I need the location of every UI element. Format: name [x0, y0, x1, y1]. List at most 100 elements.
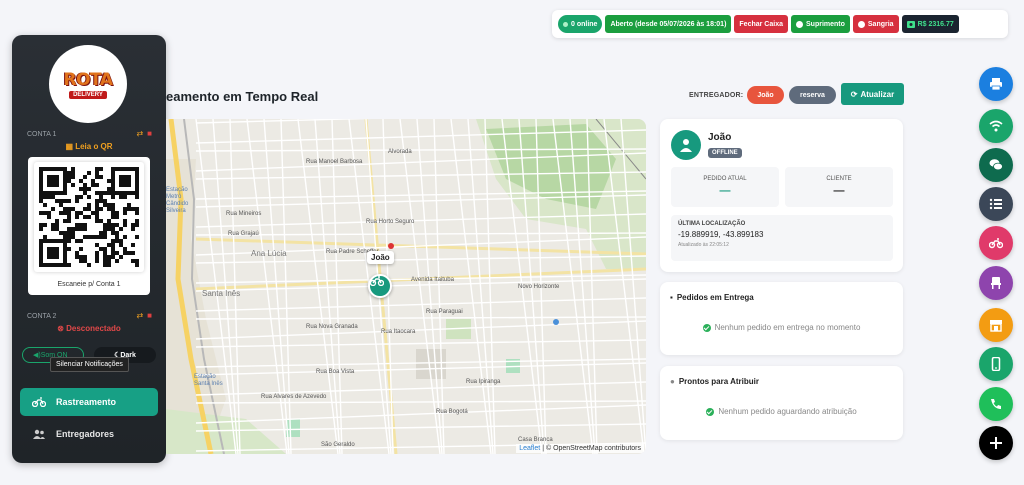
driver-marker[interactable]: [368, 274, 392, 298]
current-order-box: PEDIDO ATUAL —: [671, 167, 779, 207]
qr-code: [34, 162, 144, 272]
orders-in-delivery-card: ▪ Pedidos em Entrega Nenhum pedido em ent…: [660, 282, 903, 355]
refresh-icon: ⟳: [850, 89, 858, 99]
qrcode-icon: ▦: [65, 142, 76, 151]
orders-list-button[interactable]: [979, 187, 1013, 221]
balance-badge: R$ 2316.77: [901, 15, 959, 33]
printer-icon: [990, 78, 1002, 91]
station-label: Estação Metrô Cândido Silveira: [166, 187, 189, 214]
status-badge: OFFLINE: [708, 148, 742, 158]
check-circle-icon: [706, 407, 715, 416]
delivery-button[interactable]: [979, 226, 1013, 260]
money-icon: [906, 20, 915, 28]
qr-title: ▦ Leia o QR: [65, 142, 113, 151]
motorcycle-icon: [32, 397, 46, 407]
empty-message: Nenhum pedido aguardando atribuição: [660, 407, 903, 416]
street-label: Rua Bogotá: [436, 409, 468, 415]
street-label: Rua Boa Vista: [316, 369, 355, 375]
nav-item-tracking[interactable]: Rastreamento: [20, 388, 158, 416]
plus-icon: [990, 437, 1002, 449]
add-button[interactable]: [979, 426, 1013, 460]
avatar: [671, 130, 701, 160]
list-icon: [989, 198, 1002, 210]
mobile-button[interactable]: [979, 347, 1013, 381]
neighborhood-label: São Geraldo: [321, 442, 355, 448]
tables-button[interactable]: [979, 266, 1013, 300]
phone-mobile-icon: [991, 357, 1001, 371]
brand-logo: ROTA DELIVERY: [49, 45, 127, 123]
chair-icon: [991, 277, 1001, 289]
account2-label: CONTA 2: [27, 313, 57, 320]
card-title: ● Prontos para Atribuir: [670, 377, 759, 386]
street-label: Rua Paraguai: [426, 309, 463, 315]
station-label: Estação Santa Inês: [194, 374, 223, 387]
wifi-icon: [989, 120, 1003, 132]
sidebar: ROTA DELIVERY CONTA 1 ⇄ ■ ▦ Leia o QR Es…: [12, 35, 166, 463]
driver-card: João OFFLINE PEDIDO ATUAL — CLIENTE — ÚL…: [660, 119, 903, 272]
driver-filter-joao[interactable]: João: [747, 86, 784, 104]
trash-icon[interactable]: ■: [147, 129, 152, 138]
motorcycle-icon: [989, 238, 1003, 249]
trash-icon[interactable]: ■: [147, 311, 152, 320]
plus-circle-icon: [796, 20, 803, 28]
online-dot-icon: [563, 21, 568, 27]
check-circle-icon: [702, 323, 711, 332]
users-icon: [33, 429, 45, 439]
bleed-button[interactable]: Sangria: [852, 15, 899, 33]
motorcycle-icon: [370, 276, 384, 286]
account2-status: ⊗ Desconectado: [57, 324, 121, 333]
ready-to-assign-card: ● Prontos para Atribuir Nenhum pedido agu…: [660, 366, 903, 440]
box-icon: ▪: [670, 293, 673, 302]
qr-card: Escaneie p/ Conta 1: [28, 157, 150, 295]
driver-filter-label: ENTREGADOR:: [689, 92, 744, 99]
sound-tooltip: Silenciar Notificações: [50, 357, 129, 372]
print-button[interactable]: [979, 67, 1013, 101]
card-title: ▪ Pedidos em Entrega: [670, 293, 754, 302]
map-attribution: Leaflet | © OpenStreetMap contributors: [516, 444, 644, 453]
driver-marker-label: João: [367, 251, 394, 264]
map-pin-icon: [553, 319, 559, 325]
call-button[interactable]: [979, 387, 1013, 421]
close-register-button[interactable]: Fechar Caixa: [734, 15, 788, 33]
page-title: eamento em Tempo Real: [166, 89, 319, 104]
neighborhood-label: Novo Horizonte: [518, 284, 560, 290]
minus-circle-icon: [857, 20, 865, 28]
qr-caption: Escaneie p/ Conta 1: [57, 281, 121, 288]
account2-actions: ⇄ ■: [136, 311, 152, 320]
store-icon: [990, 320, 1002, 332]
map-tiles: [166, 119, 646, 454]
street-label: Rua Mineiros: [226, 211, 262, 217]
leaflet-link[interactable]: Leaflet: [519, 445, 540, 452]
online-badge: 0 online: [558, 15, 603, 33]
chat-icon: [989, 159, 1003, 171]
user-icon: [680, 139, 692, 152]
refresh-button[interactable]: ⟳ Atualizar: [841, 83, 904, 105]
account1-actions: ⇄ ■: [136, 129, 152, 138]
street-label: Rua Grajaú: [228, 231, 259, 237]
neighborhood-label: Casa Branca: [518, 437, 553, 443]
street-label: Rua Manoel Barbosa: [306, 159, 363, 165]
street-label: Rua Itaocara: [381, 329, 416, 335]
street-label: Avenida Itaituba: [411, 277, 454, 283]
sync-icon[interactable]: ⇄: [136, 311, 143, 320]
osm-link[interactable]: OpenStreetMap contributors: [553, 445, 641, 452]
neighborhood-label: Santa Inês: [202, 289, 241, 298]
map-pin-icon: [388, 243, 394, 249]
account1-label: CONTA 1: [27, 131, 57, 138]
x-circle-icon: ⊗: [57, 324, 67, 333]
nav-item-drivers[interactable]: Entregadores: [20, 423, 158, 445]
street-label: Rua Alvares de Azevedo: [261, 394, 327, 400]
neighborhood-label: Ana Lúcia: [251, 249, 287, 258]
store-button[interactable]: [979, 308, 1013, 342]
empty-message: Nenhum pedido em entrega no momento: [660, 323, 903, 332]
sync-icon[interactable]: ⇄: [136, 129, 143, 138]
wifi-button[interactable]: [979, 109, 1013, 143]
driver-name: João: [708, 132, 732, 143]
chat-button[interactable]: [979, 148, 1013, 182]
neighborhood-label: Alvorada: [388, 149, 412, 155]
open-status-badge: Aberto (desde 05/07/2026 às 18:01): [605, 15, 732, 33]
supply-button[interactable]: Suprimento: [791, 15, 850, 33]
driver-filter-reserva[interactable]: reserva: [789, 86, 836, 104]
status-bar: 0 online Aberto (desde 05/07/2026 às 18:…: [552, 10, 1008, 38]
tracking-map[interactable]: Ana Lúcia Santa Inês Novo Horizonte São …: [166, 119, 646, 454]
